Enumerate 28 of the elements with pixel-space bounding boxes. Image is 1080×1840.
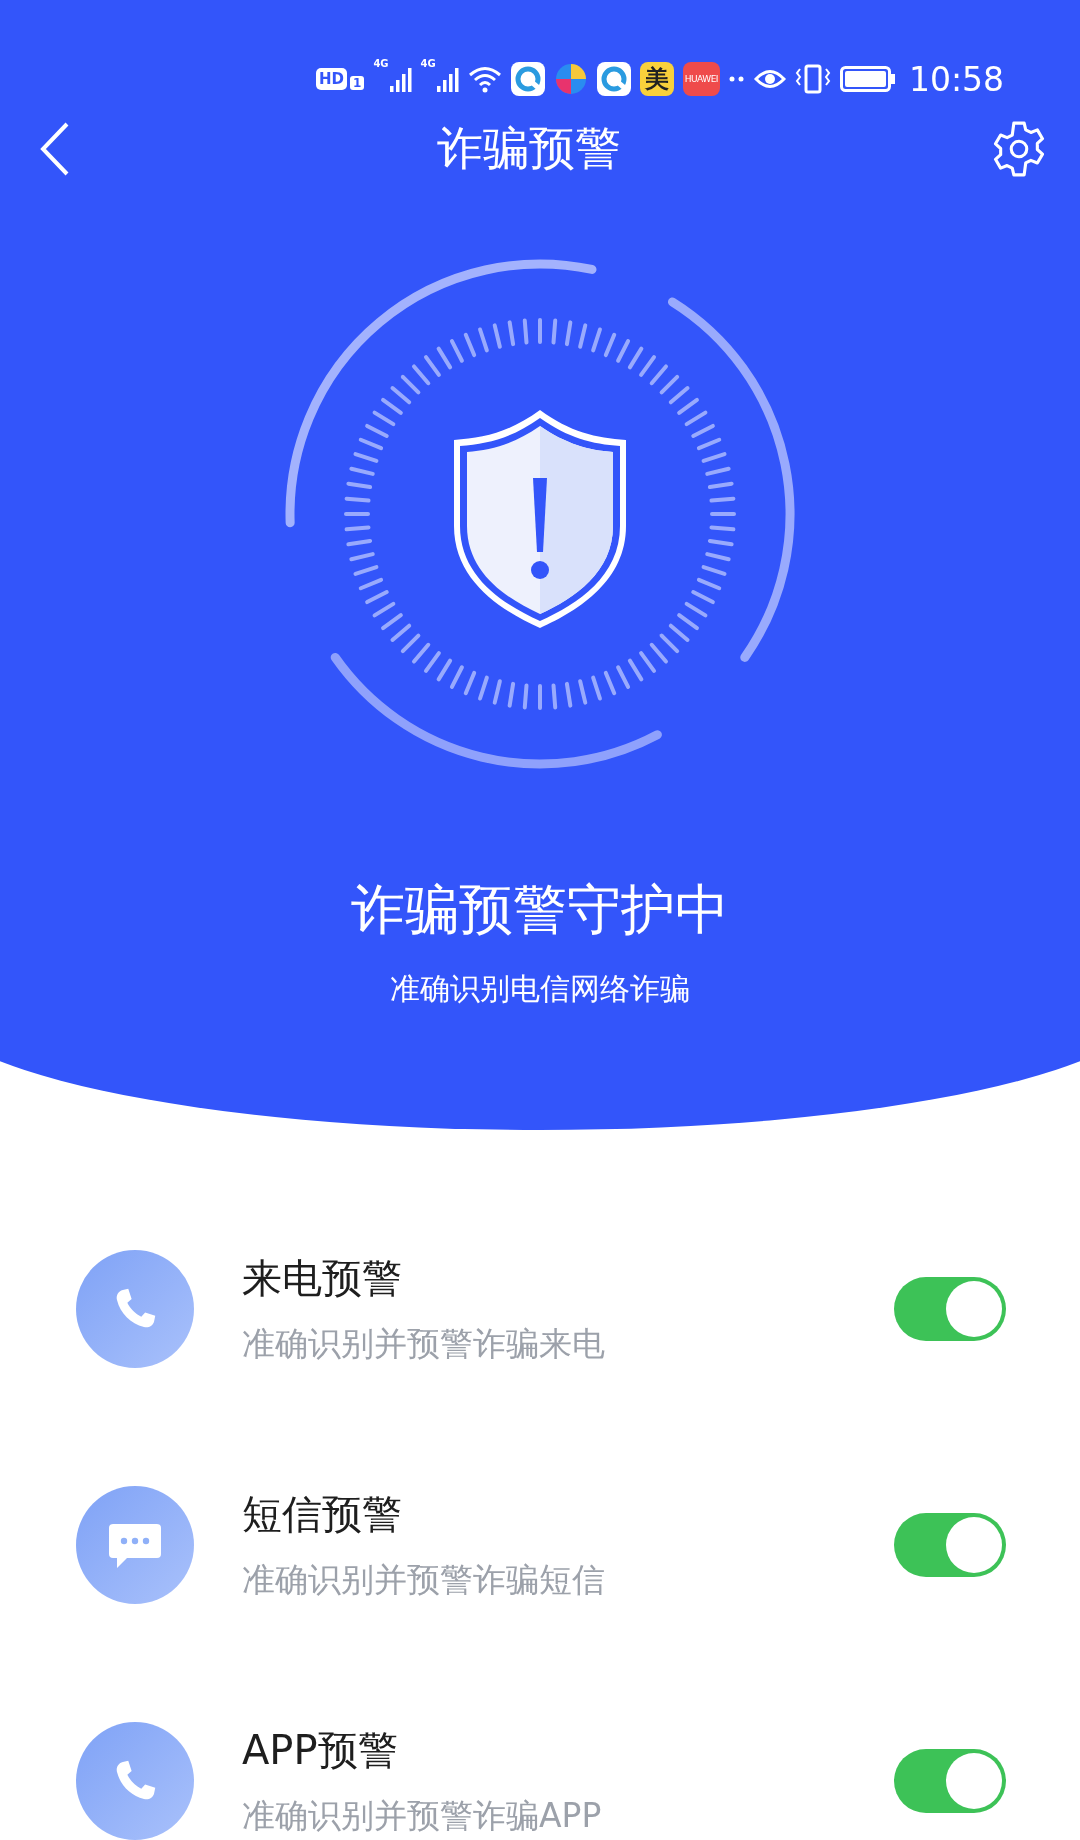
feature-title: 来电预警: [242, 1254, 403, 1303]
feature-description: 准确识别并预警诈骗短信: [242, 1559, 606, 1601]
battery-icon: [840, 66, 896, 92]
status-headline: 诈骗预警守护中: [351, 877, 729, 943]
signal-icon: [389, 66, 412, 92]
sim-label: 1: [350, 76, 365, 90]
app-icon-letter: 美: [644, 64, 669, 95]
feature-title: 短信预警: [242, 1490, 403, 1539]
back-icon[interactable]: [40, 122, 70, 176]
status-subtitle: 准确识别电信网络诈骗: [390, 970, 690, 1008]
pinwheel-app-icon: [553, 62, 588, 96]
shield-icon: [454, 410, 626, 628]
browser-app-icon: [596, 62, 631, 96]
eye-icon: [754, 68, 786, 90]
vibrate-icon: [795, 64, 831, 94]
signal-icon: [436, 66, 459, 92]
feature-title: APP预警: [242, 1726, 399, 1775]
network-label: 4G: [373, 58, 389, 69]
status-time: 10:58: [909, 59, 1005, 99]
browser-app-icon: [510, 62, 545, 96]
wifi-icon: [467, 65, 502, 93]
app-icon-label: HUAWEI: [684, 74, 718, 84]
hd-label: HD: [316, 68, 347, 90]
feature-description: 准确识别并预警诈骗APP: [242, 1795, 603, 1837]
page-title: 诈骗预警: [437, 120, 621, 177]
more-dots-icon: [729, 76, 745, 82]
feature-description: 准确识别并预警诈骗来电: [242, 1323, 606, 1365]
network-label: 4G: [420, 58, 436, 69]
